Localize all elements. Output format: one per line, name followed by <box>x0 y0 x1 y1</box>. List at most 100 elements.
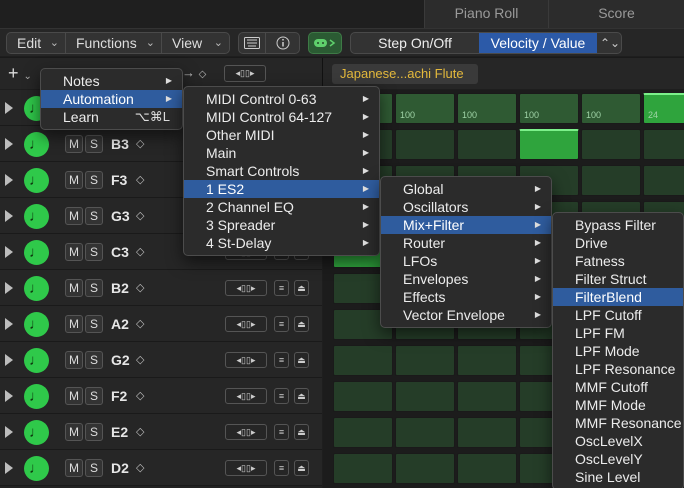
row-settings-icon[interactable]: ≡ <box>274 460 289 476</box>
menu-item-es2-3[interactable]: Router ▶ <box>381 234 551 252</box>
step-cell[interactable] <box>333 381 393 412</box>
row-settings-icon[interactable]: ≡ <box>274 424 289 440</box>
mute-button[interactable]: M <box>65 279 83 297</box>
mute-button[interactable]: M <box>65 459 83 477</box>
track-row[interactable]: ♩ M S A2 ◇ ◂▯▯▸ ≡ ⏏ <box>0 306 322 342</box>
menu-item-es2-0[interactable]: Global ▶ <box>381 180 551 198</box>
step-cell[interactable] <box>457 345 517 376</box>
step-cell[interactable] <box>643 165 684 196</box>
step-cell[interactable] <box>457 129 517 160</box>
disclosure-triangle-icon[interactable] <box>5 282 13 294</box>
pitch-label[interactable]: C3 <box>111 242 151 262</box>
tab-score[interactable]: Score <box>548 0 684 28</box>
chevron-updown-icon[interactable]: ◇ <box>136 423 144 441</box>
menu-item-filter-7[interactable]: LPF Mode <box>553 342 683 360</box>
note-icon[interactable]: ♩ <box>24 132 49 157</box>
row-settings-icon[interactable]: ≡ <box>274 280 289 296</box>
disclosure-triangle-icon[interactable] <box>5 138 13 150</box>
chevron-updown-icon[interactable]: ◇ <box>136 459 144 477</box>
menu-item-es2-7[interactable]: Vector Envelope ▶ <box>381 306 551 324</box>
menu-item-automation-0[interactable]: MIDI Control 0-63 ▶ <box>184 90 379 108</box>
pitch-label[interactable]: A2 <box>111 314 151 334</box>
menu-item-es2-1[interactable]: Oscillators ▶ <box>381 198 551 216</box>
pitch-label[interactable]: G3 <box>111 206 151 226</box>
row-up-icon[interactable]: ⏏ <box>294 316 309 332</box>
track-row[interactable]: ♩ M S E2 ◇ ◂▯▯▸ ≡ ⏏ <box>0 414 322 450</box>
track-row[interactable]: ♩ M S F2 ◇ ◂▯▯▸ ≡ ⏏ <box>0 378 322 414</box>
mute-button[interactable]: M <box>65 135 83 153</box>
menu-item-filter-10[interactable]: MMF Mode <box>553 396 683 414</box>
row-arrow-control[interactable]: → ◇ <box>182 65 218 83</box>
nudge-control[interactable]: ◂▯▯▸ <box>224 65 266 82</box>
pitch-label[interactable]: B3 <box>111 134 151 154</box>
row-up-icon[interactable]: ⏏ <box>294 352 309 368</box>
chevron-updown-icon[interactable]: ◇ <box>136 279 144 297</box>
disclosure-triangle-icon[interactable] <box>5 174 13 186</box>
step-on-off-segment[interactable]: Step On/Off <box>351 33 479 53</box>
menu-item-filter-3[interactable]: Filter Struct <box>553 270 683 288</box>
track-row[interactable]: ♩ M S G2 ◇ ◂▯▯▸ ≡ ⏏ <box>0 342 322 378</box>
chevron-updown-icon[interactable]: ⌃⌄ <box>599 33 621 53</box>
edit-menu-button[interactable]: Edit ⌄ <box>6 32 66 54</box>
note-icon[interactable]: ♩ <box>24 168 49 193</box>
note-icon[interactable]: ♩ <box>24 312 49 337</box>
solo-button[interactable]: S <box>85 279 103 297</box>
menu-item-notes[interactable]: Notes ▶ <box>41 72 182 90</box>
step-cell[interactable] <box>457 453 517 484</box>
menu-item-filter-12[interactable]: OscLevelX <box>553 432 683 450</box>
menu-item-filter-13[interactable]: OscLevelY <box>553 450 683 468</box>
row-settings-icon[interactable]: ≡ <box>274 352 289 368</box>
row-up-icon[interactable]: ⏏ <box>294 424 309 440</box>
mute-button[interactable]: M <box>65 315 83 333</box>
pitch-label[interactable]: F2 <box>111 386 151 406</box>
menu-item-automation-5[interactable]: 1 ES2 ▶ <box>184 180 379 198</box>
step-cell[interactable] <box>643 129 684 160</box>
step-cell[interactable] <box>395 417 455 448</box>
mute-button[interactable]: M <box>65 423 83 441</box>
step-cell[interactable] <box>519 129 579 160</box>
solo-button[interactable]: S <box>85 207 103 225</box>
functions-menu-button[interactable]: Functions ⌄ <box>66 32 162 54</box>
solo-button[interactable]: S <box>85 351 103 369</box>
step-cell[interactable] <box>333 345 393 376</box>
note-icon[interactable]: ♩ <box>24 276 49 301</box>
pattern-name-field[interactable]: Japanese...achi Flute <box>332 64 478 84</box>
solo-button[interactable]: S <box>85 243 103 261</box>
mute-button[interactable]: M <box>65 243 83 261</box>
nudge-control[interactable]: ◂▯▯▸ <box>225 388 267 404</box>
disclosure-triangle-icon[interactable] <box>5 354 13 366</box>
step-cell[interactable]: 100 <box>395 93 455 124</box>
menu-item-filter-14[interactable]: Sine Level <box>553 468 683 486</box>
chevron-updown-icon[interactable]: ◇ <box>136 171 144 189</box>
disclosure-triangle-icon[interactable] <box>5 210 13 222</box>
menu-item-es2-4[interactable]: LFOs ▶ <box>381 252 551 270</box>
menu-item-es2-6[interactable]: Effects ▶ <box>381 288 551 306</box>
menu-item-automation-6[interactable]: 2 Channel EQ ▶ <box>184 198 379 216</box>
note-icon[interactable]: ♩ <box>24 420 49 445</box>
mute-button[interactable]: M <box>65 351 83 369</box>
step-cell[interactable] <box>581 165 641 196</box>
menu-item-learn[interactable]: Learn ⌥⌘L <box>41 108 182 126</box>
step-cell[interactable] <box>395 345 455 376</box>
note-icon[interactable]: ♩ <box>24 348 49 373</box>
chevron-updown-icon[interactable]: ◇ <box>136 351 144 369</box>
step-cell[interactable]: 100 <box>457 93 517 124</box>
pitch-label[interactable]: F3 <box>111 170 151 190</box>
solo-button[interactable]: S <box>85 135 103 153</box>
midi-in-button[interactable] <box>238 32 266 54</box>
disclosure-triangle-icon[interactable] <box>5 318 13 330</box>
step-cell[interactable] <box>457 381 517 412</box>
nudge-control[interactable]: ◂▯▯▸ <box>225 280 267 296</box>
row-up-icon[interactable]: ⏏ <box>294 280 309 296</box>
pitch-label[interactable]: B2 <box>111 278 151 298</box>
velocity-value-segment[interactable]: Velocity / Value <box>479 33 597 53</box>
note-icon[interactable]: ♩ <box>24 456 49 481</box>
chevron-updown-icon[interactable]: ◇ <box>136 135 144 153</box>
menu-item-es2-2[interactable]: Mix+Filter ▶ <box>381 216 551 234</box>
nudge-control[interactable]: ◂▯▯▸ <box>225 424 267 440</box>
menu-item-filter-2[interactable]: Fatness <box>553 252 683 270</box>
mute-button[interactable]: M <box>65 387 83 405</box>
row-settings-icon[interactable]: ≡ <box>274 388 289 404</box>
pitch-label[interactable]: E2 <box>111 422 151 442</box>
step-cell[interactable]: 100 <box>519 93 579 124</box>
